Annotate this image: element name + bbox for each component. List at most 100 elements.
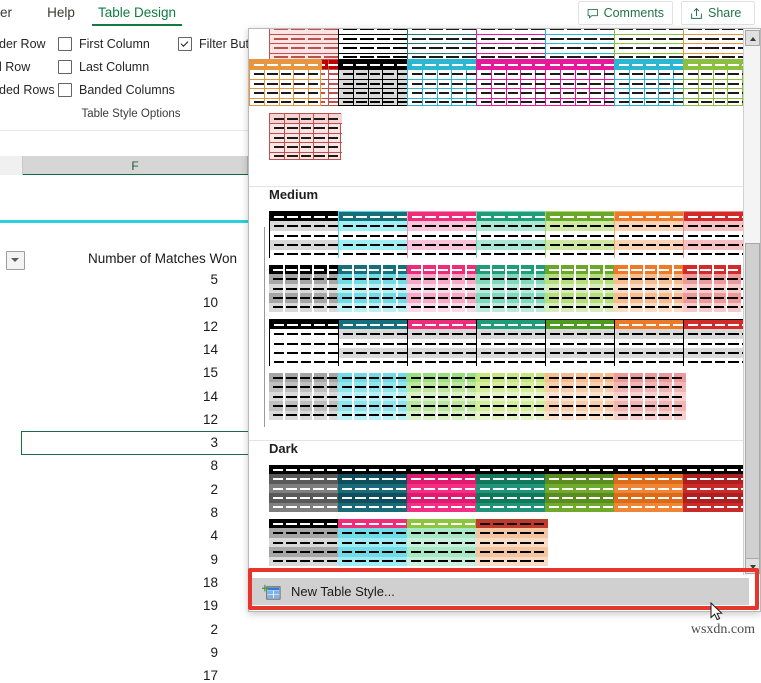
share-button[interactable]: Share bbox=[681, 1, 755, 25]
cell-value[interactable]: 18 bbox=[118, 575, 218, 590]
table-style-thumbnail[interactable] bbox=[338, 265, 410, 312]
cell-value[interactable]: 4 bbox=[118, 528, 218, 543]
table-style-thumbnail[interactable] bbox=[407, 465, 479, 512]
checkbox-filter-button[interactable]: Filter Butto bbox=[178, 33, 259, 54]
table-style-thumbnail[interactable] bbox=[407, 519, 479, 566]
table-style-thumbnail[interactable] bbox=[545, 319, 618, 367]
table-style-thumbnail[interactable] bbox=[338, 465, 410, 512]
checkbox-box[interactable] bbox=[178, 36, 192, 51]
cell-value[interactable]: 12 bbox=[118, 412, 218, 427]
table-style-thumbnail[interactable] bbox=[545, 465, 617, 512]
table-style-thumbnail[interactable] bbox=[476, 59, 549, 106]
cell-value[interactable]: 14 bbox=[118, 389, 218, 404]
table-style-thumbnail[interactable] bbox=[476, 519, 548, 566]
tab-partial-er[interactable]: er bbox=[0, 2, 30, 26]
table-style-thumbnail[interactable] bbox=[545, 29, 618, 61]
table-style-thumbnail[interactable] bbox=[407, 265, 479, 312]
table-style-thumbnail[interactable] bbox=[476, 319, 549, 367]
table-style-thumbnail[interactable] bbox=[683, 29, 743, 61]
filter-dropdown-button[interactable] bbox=[6, 251, 25, 270]
table-style-thumbnail[interactable] bbox=[269, 265, 341, 312]
cell-value[interactable]: 2 bbox=[118, 622, 218, 637]
thumb-dash bbox=[533, 550, 544, 553]
scrollbar-thumb[interactable] bbox=[745, 243, 760, 565]
cell-value[interactable]: 14 bbox=[118, 342, 218, 357]
checkbox-last-column[interactable]: Last Column bbox=[58, 56, 188, 77]
cell-value[interactable]: 12 bbox=[118, 319, 218, 334]
table-style-thumbnail[interactable] bbox=[476, 211, 549, 259]
cell-value[interactable]: 19 bbox=[118, 598, 218, 613]
tab-table-design[interactable]: Table Design bbox=[92, 2, 182, 26]
table-style-thumbnail[interactable] bbox=[269, 319, 342, 367]
table-style-thumbnail[interactable] bbox=[614, 211, 687, 259]
thumb-dash bbox=[465, 342, 476, 345]
table-style-thumbnail[interactable] bbox=[249, 59, 322, 106]
clear-item[interactable]: Clear bbox=[252, 609, 749, 611]
table-style-thumbnail[interactable] bbox=[269, 29, 342, 61]
table-style-thumbnail[interactable] bbox=[407, 59, 480, 106]
table-style-thumbnail[interactable] bbox=[476, 373, 548, 420]
table-style-thumbnail[interactable] bbox=[407, 373, 479, 420]
table-style-thumbnail[interactable] bbox=[683, 265, 743, 312]
table-style-thumbnail[interactable] bbox=[476, 29, 549, 61]
select-all-corner[interactable] bbox=[0, 156, 23, 175]
table-style-thumbnail[interactable] bbox=[545, 265, 617, 312]
thumb-dash bbox=[644, 404, 656, 407]
checkbox-total-row[interactable]: l Row bbox=[0, 56, 60, 77]
cell-value[interactable]: 17 bbox=[118, 668, 218, 683]
cell-value[interactable]: 15 bbox=[118, 365, 218, 380]
cell-value[interactable]: 10 bbox=[118, 295, 218, 310]
cell-value[interactable]: 2 bbox=[118, 482, 218, 497]
table-style-thumbnail[interactable] bbox=[614, 373, 686, 420]
table-style-thumbnail[interactable] bbox=[476, 465, 548, 512]
table-style-thumbnail[interactable] bbox=[338, 211, 411, 259]
scroll-down-button[interactable] bbox=[745, 558, 760, 574]
checkbox-banded-rows[interactable]: ded Rows bbox=[0, 79, 60, 100]
table-style-thumbnail[interactable] bbox=[269, 519, 341, 566]
table-style-thumbnail[interactable] bbox=[269, 211, 342, 259]
scroll-up-button[interactable] bbox=[745, 30, 760, 46]
table-style-thumbnail[interactable] bbox=[614, 59, 687, 106]
gallery-scrollbar[interactable] bbox=[743, 29, 760, 575]
checkbox-header-row[interactable]: der Row bbox=[0, 33, 60, 54]
checkbox-banded-columns[interactable]: Banded Columns bbox=[58, 79, 188, 100]
cell-value[interactable]: 8 bbox=[118, 505, 218, 520]
table-style-thumbnail[interactable] bbox=[545, 373, 617, 420]
table-style-thumbnail[interactable] bbox=[683, 319, 743, 367]
selected-cell[interactable] bbox=[21, 431, 249, 456]
table-style-thumbnail[interactable] bbox=[269, 465, 341, 512]
checkbox-box[interactable] bbox=[58, 59, 72, 74]
table-style-thumbnail[interactable] bbox=[338, 319, 411, 367]
table-style-thumbnail[interactable] bbox=[614, 265, 686, 312]
cell-value[interactable]: 8 bbox=[118, 458, 218, 473]
table-style-thumbnail[interactable] bbox=[476, 265, 548, 312]
table-style-thumbnail[interactable] bbox=[614, 29, 687, 61]
table-style-thumbnail[interactable] bbox=[683, 59, 743, 106]
cell-value[interactable]: 5 bbox=[118, 272, 218, 287]
table-style-thumbnail[interactable] bbox=[683, 465, 743, 512]
checkbox-first-column[interactable]: First Column bbox=[58, 33, 188, 54]
comments-button[interactable]: Comments bbox=[578, 1, 673, 25]
table-style-thumbnail[interactable] bbox=[338, 29, 411, 61]
table-style-thumbnail[interactable] bbox=[683, 211, 743, 259]
tab-help[interactable]: Help bbox=[38, 2, 84, 26]
table-style-thumbnail[interactable] bbox=[338, 519, 410, 566]
table-style-thumbnail[interactable] bbox=[407, 211, 480, 259]
table-style-thumbnail[interactable] bbox=[545, 211, 618, 259]
table-style-thumbnail[interactable] bbox=[614, 319, 687, 367]
table-style-thumbnail[interactable] bbox=[269, 373, 341, 420]
table-style-thumbnail[interactable] bbox=[338, 59, 411, 106]
table-style-thumbnail[interactable] bbox=[614, 465, 686, 512]
checkbox-box[interactable] bbox=[58, 36, 72, 51]
table-style-thumbnail[interactable] bbox=[407, 29, 480, 61]
table-style-thumbnail[interactable] bbox=[545, 59, 618, 106]
new-table-style-item[interactable]: New Table Style... bbox=[252, 578, 749, 605]
cell-value[interactable]: 9 bbox=[118, 552, 218, 567]
table-style-thumbnail[interactable] bbox=[338, 373, 410, 420]
column-header-f[interactable]: F bbox=[23, 156, 248, 175]
thumb-dash bbox=[700, 296, 711, 299]
table-style-thumbnail[interactable] bbox=[407, 319, 480, 367]
table-style-thumbnail[interactable] bbox=[269, 113, 342, 160]
checkbox-box[interactable] bbox=[58, 82, 72, 97]
cell-value[interactable]: 9 bbox=[118, 645, 218, 660]
